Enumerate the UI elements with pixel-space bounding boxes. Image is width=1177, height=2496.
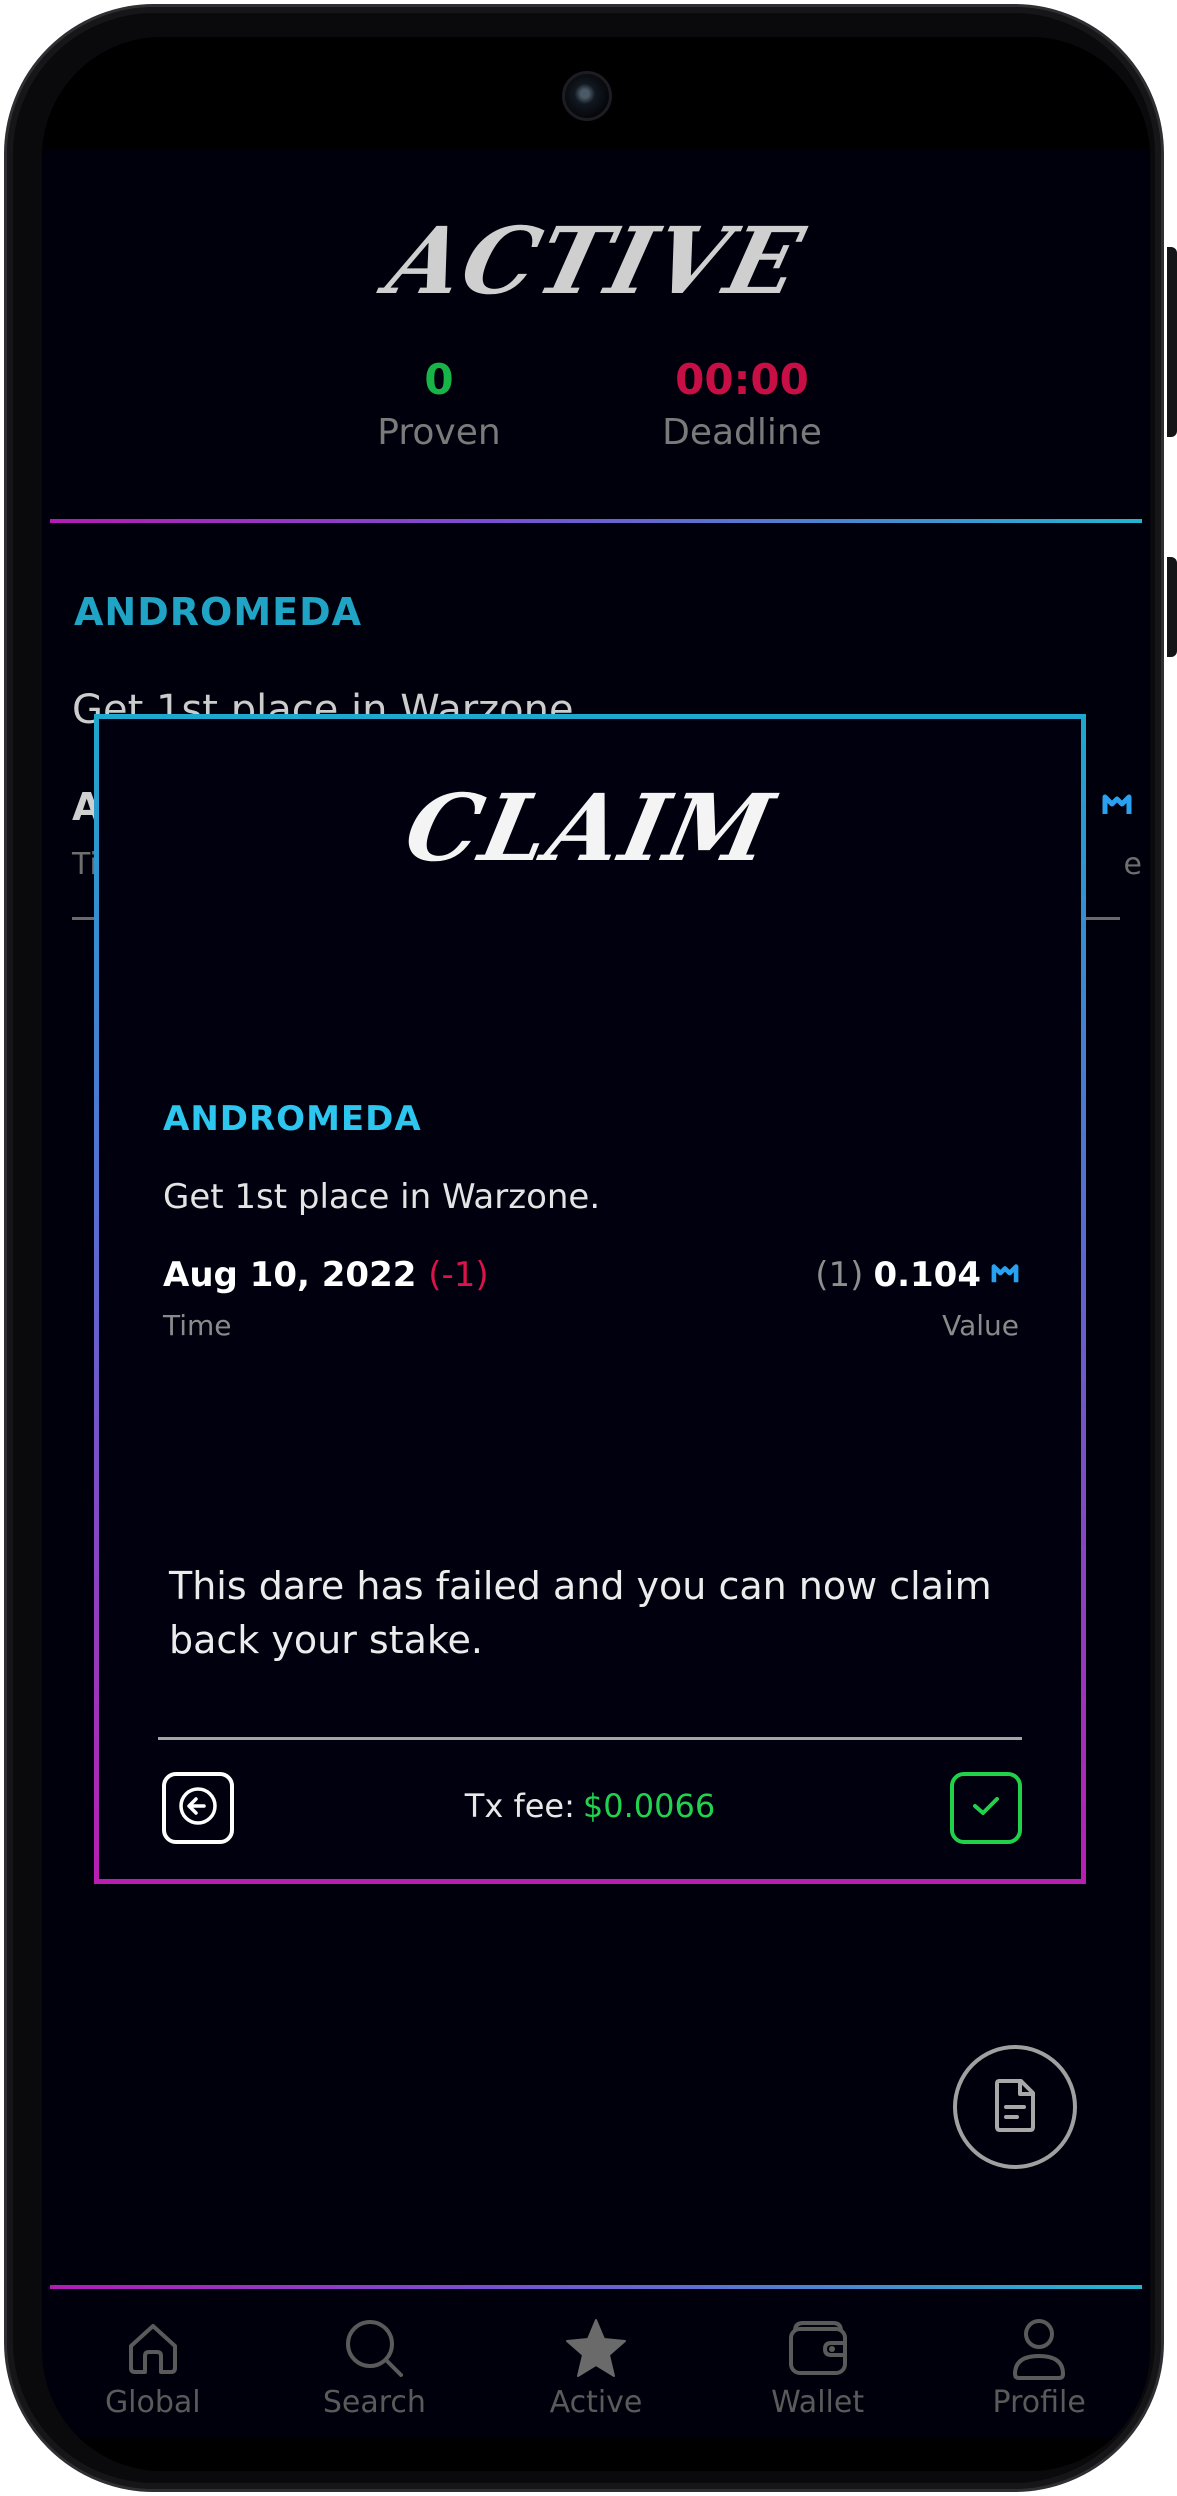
modal-date: Aug 10, 2022 (-1) (163, 1255, 489, 1295)
nav-label-profile: Profile (992, 2385, 1086, 2420)
nav-label-wallet: Wallet (771, 2385, 865, 2420)
nav-label-search: Search (322, 2385, 426, 2420)
modal-value-amount: 0.104 (873, 1255, 981, 1295)
document-icon (987, 2075, 1043, 2139)
dare-value-label-partial: e (1123, 847, 1142, 882)
modal-dare-description: Get 1st place in Warzone. (163, 1177, 601, 1217)
deadline-label: Deadline (662, 412, 822, 453)
confirm-claim-button[interactable] (950, 1772, 1022, 1844)
tx-fee-label: Tx fee: (464, 1787, 575, 1825)
modal-dare-title: ANDROMEDA (163, 1099, 422, 1139)
modal-value-label: Value (942, 1309, 1019, 1342)
deadline-stat: 00:00 Deadline (612, 355, 872, 453)
tx-fee-value: $0.0066 (582, 1787, 716, 1825)
nav-label-global: Global (104, 2385, 201, 2420)
proven-stat: 0 Proven (309, 355, 569, 453)
app-screen: ACTIVE 0 Proven 00:00 Deadline ANDROMEDA… (42, 37, 1150, 2471)
modal-value-count: (1) (815, 1255, 864, 1295)
claim-modal-body: CLAIM ANDROMEDA Get 1st place in Warzone… (99, 719, 1081, 1879)
deadline-value: 00:00 (675, 355, 809, 404)
nav-item-search[interactable]: Search (274, 2289, 474, 2429)
header-divider (50, 519, 1142, 523)
proven-label: Proven (377, 412, 501, 453)
claim-logo: CLAIM (396, 774, 784, 882)
volume-button (1167, 247, 1177, 437)
user-icon (1009, 2313, 1069, 2383)
wallet-icon (785, 2313, 851, 2383)
proven-value: 0 (424, 355, 454, 404)
active-logo: ACTIVE (377, 207, 815, 315)
star-icon (564, 2313, 628, 2383)
claim-message: This dare has failed and you can now cla… (169, 1564, 992, 1662)
dare-title: ANDROMEDA (74, 590, 363, 634)
nav-item-wallet[interactable]: Wallet (718, 2289, 918, 2429)
phone-frame: ACTIVE 0 Proven 00:00 Deadline ANDROMEDA… (4, 4, 1177, 2492)
search-icon (341, 2313, 407, 2383)
modal-date-offset: (-1) (428, 1255, 489, 1295)
power-button (1167, 557, 1177, 657)
polygon-matic-icon (1102, 792, 1132, 822)
front-camera (562, 71, 612, 121)
claim-modal: CLAIM ANDROMEDA Get 1st place in Warzone… (94, 714, 1086, 1884)
home-icon (121, 2313, 185, 2383)
bottom-nav: Global Search Active Wallet Profile (42, 2289, 1150, 2429)
nav-item-profile[interactable]: Profile (939, 2289, 1139, 2429)
nav-label-active: Active (549, 2385, 643, 2420)
nav-item-active[interactable]: Active (496, 2289, 696, 2429)
check-icon (968, 1791, 1004, 1825)
document-fab-button[interactable] (953, 2045, 1077, 2169)
modal-date-text: Aug 10, 2022 (163, 1255, 417, 1295)
modal-value: (1) 0.104 (815, 1255, 1019, 1295)
nav-item-global[interactable]: Global (53, 2289, 253, 2429)
modal-time-label: Time (163, 1309, 232, 1342)
tx-fee: Tx fee: $0.0066 (99, 1787, 1081, 1825)
modal-divider (158, 1737, 1022, 1740)
polygon-matic-icon (991, 1255, 1019, 1295)
home-indicator-area (42, 2437, 1150, 2471)
